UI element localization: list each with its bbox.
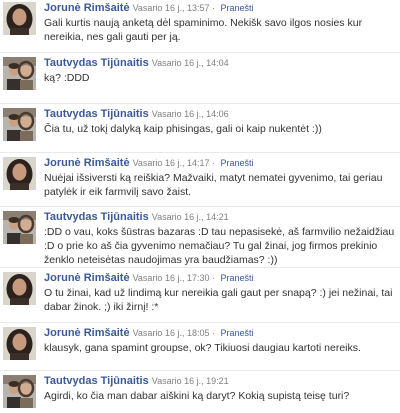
post-text: ką? :DDD bbox=[44, 72, 90, 84]
avatar[interactable] bbox=[3, 211, 36, 244]
separator: · bbox=[209, 158, 218, 168]
separator: · bbox=[209, 273, 218, 283]
report-link[interactable]: Pranešti bbox=[220, 273, 253, 283]
wall-post: Tautvydas Tijūnaitis Vasario 16 j., 19:21… bbox=[0, 370, 400, 413]
post-date: Vasario 16 j., 14:06 bbox=[151, 109, 229, 119]
post-date: Vasario 16 j., 14:21 bbox=[151, 212, 229, 222]
wall-feed: Jorunė Rimšaitė Vasario 16 j., 13:57 · Pr… bbox=[0, 0, 400, 413]
post-text: O tu žinai, kad už lindimą kur nereikia … bbox=[44, 287, 393, 313]
post-author[interactable]: Jorunė Rimšaitė bbox=[44, 157, 130, 169]
post-text: Čia tu, už tokį dalyką kaip phisingas, g… bbox=[44, 123, 322, 135]
post-date: Vasario 16 j., 14:17 bbox=[132, 158, 210, 168]
post-text: Agirdi, ko čia man dabar aiškini ką dary… bbox=[44, 390, 350, 402]
post-text: :DD o vau, koks šūstras bazaras :D tau n… bbox=[44, 226, 395, 266]
separator: · bbox=[209, 3, 218, 13]
avatar[interactable] bbox=[3, 57, 36, 90]
post-author[interactable]: Jorunė Rimšaitė bbox=[44, 327, 130, 339]
wall-post: Jorunė Rimšaitė Vasario 16 j., 13:57 · Pr… bbox=[0, 0, 400, 44]
avatar[interactable] bbox=[3, 272, 36, 305]
avatar[interactable] bbox=[3, 2, 36, 35]
post-author[interactable]: Tautvydas Tijūnaitis bbox=[44, 108, 149, 120]
avatar[interactable] bbox=[3, 157, 36, 190]
post-text: klausyk, gana spamint groupse, ok? Tikiu… bbox=[44, 342, 361, 354]
report-link[interactable]: Pranešti bbox=[220, 158, 253, 168]
post-author[interactable]: Tautvydas Tijūnaitis bbox=[44, 375, 149, 387]
avatar[interactable] bbox=[3, 375, 36, 408]
wall-post: Tautvydas Tijūnaitis Vasario 16 j., 14:21… bbox=[0, 206, 400, 267]
separator: · bbox=[209, 328, 218, 338]
post-date: Vasario 16 j., 18:05 bbox=[132, 328, 210, 338]
wall-post: Jorunė Rimšaitė Vasario 16 j., 17:30 · Pr… bbox=[0, 267, 400, 320]
report-link[interactable]: Pranešti bbox=[220, 328, 253, 338]
avatar[interactable] bbox=[3, 327, 36, 360]
post-date: Vasario 16 j., 19:21 bbox=[151, 376, 229, 386]
wall-post: Tautvydas Tijūnaitis Vasario 16 j., 14:06… bbox=[0, 103, 400, 149]
post-author[interactable]: Tautvydas Tijūnaitis bbox=[44, 211, 149, 223]
post-text: Gali kurtis naują anketą dėl spaminimo. … bbox=[44, 17, 363, 43]
post-author[interactable]: Jorunė Rimšaitė bbox=[44, 272, 130, 284]
post-author[interactable]: Tautvydas Tijūnaitis bbox=[44, 57, 149, 69]
report-link[interactable]: Pranešti bbox=[220, 3, 253, 13]
post-date: Vasario 16 j., 14:04 bbox=[151, 58, 229, 68]
post-text: Nuėjai išsiversti ką reiškia? Mažvaiki, … bbox=[44, 172, 383, 198]
post-date: Vasario 16 j., 13:57 bbox=[132, 3, 210, 13]
post-date: Vasario 16 j., 17:30 bbox=[132, 273, 210, 283]
wall-post: Jorunė Rimšaitė Vasario 16 j., 14:17 · Pr… bbox=[0, 152, 400, 205]
wall-post: Jorunė Rimšaitė Vasario 16 j., 18:05 · Pr… bbox=[0, 322, 400, 369]
post-author[interactable]: Jorunė Rimšaitė bbox=[44, 2, 130, 14]
avatar[interactable] bbox=[3, 108, 36, 141]
wall-post: Tautvydas Tijūnaitis Vasario 16 j., 14:04… bbox=[0, 52, 400, 98]
